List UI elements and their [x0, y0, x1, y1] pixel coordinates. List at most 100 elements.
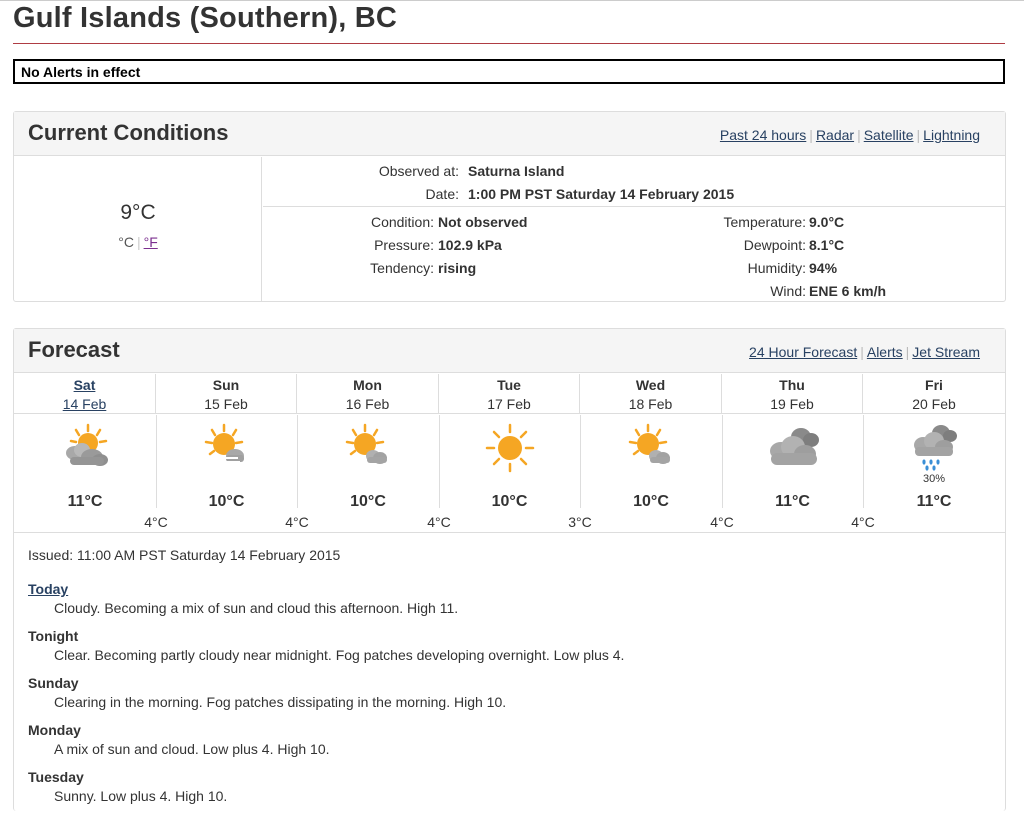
- humidity-label: Humidity:: [747, 260, 806, 276]
- period-name: Monday: [28, 722, 81, 738]
- wind-label: Wind:: [770, 283, 806, 299]
- wind-value: ENE 6 km/h: [809, 283, 887, 299]
- satellite-link[interactable]: Satellite: [864, 127, 914, 143]
- unit-fahrenheit-link[interactable]: °F: [144, 234, 158, 250]
- low-temp: 3°C: [568, 514, 592, 530]
- column-divider: [439, 415, 440, 508]
- day-date: 19 Feb: [770, 396, 814, 412]
- forecast-day-sun: 10°C: [156, 415, 297, 533]
- rain-cloud-icon: [914, 425, 957, 471]
- high-temp: 10°C: [350, 493, 386, 510]
- column-divider: [156, 415, 157, 508]
- day-header-thu: Thu 19 Feb: [722, 374, 863, 414]
- observed-at-label: Observed at:: [378, 163, 459, 179]
- alert-banner: No Alerts in effect: [13, 59, 1005, 84]
- dewpoint-value: 8.1°C: [809, 237, 845, 253]
- page-title: Gulf Islands (Southern), BC: [13, 2, 398, 34]
- forecast-panel: Forecast 24 Hour Forecast | Alerts | Jet Str…: [13, 328, 1006, 811]
- day-header-fri: Fri 20 Feb: [863, 374, 1005, 414]
- day-name: Tue: [497, 377, 521, 393]
- jet-stream-link[interactable]: Jet Stream: [912, 344, 980, 360]
- sun-small-cloud-icon: [628, 423, 670, 464]
- forecast-icons-row: 11°C 10°C 10°C 10°C 10°C 11°C 30% 11°C 4…: [14, 415, 1005, 533]
- issued-timestamp: Issued: 11:00 AM PST Saturday 14 Februar…: [28, 547, 341, 563]
- observation-info: Observed at: Saturna Island Date: 1:00 P…: [263, 157, 1006, 207]
- day-header-wed: Wed 18 Feb: [580, 374, 722, 414]
- current-conditions-heading: Current Conditions: [28, 120, 229, 145]
- temperature-value: 9.0°C: [809, 214, 845, 230]
- low-temp: 4°C: [851, 514, 875, 530]
- forecast-links: 24 Hour Forecast | Alerts | Jet Stream: [749, 344, 980, 360]
- day-header-sat[interactable]: Sat 14 Feb: [14, 374, 156, 414]
- day-name[interactable]: Sat: [14, 376, 155, 394]
- forecast-heading: Forecast: [28, 337, 120, 362]
- unit-toggle: °C | °F: [118, 234, 158, 250]
- date-value: 1:00 PM PST Saturday 14 February 2015: [468, 186, 735, 202]
- high-temp: 11°C: [916, 493, 952, 510]
- day-name: Fri: [925, 377, 943, 393]
- high-temp: 11°C: [67, 493, 103, 510]
- day-header-mon: Mon 16 Feb: [297, 374, 439, 414]
- forecast-day-tue: 10°C: [439, 415, 580, 533]
- period-name: Tonight: [28, 628, 79, 644]
- humidity-value: 94%: [809, 260, 838, 276]
- forecast-day-sat: 11°C: [14, 415, 156, 533]
- forecast-day-headers: Sat 14 Feb Sun 15 Feb Mon 16 Feb Tue 17 …: [14, 374, 1005, 414]
- high-temp: 10°C: [491, 493, 528, 510]
- unit-celsius: °C: [118, 234, 134, 250]
- day-name: Mon: [353, 377, 382, 393]
- column-divider: [722, 415, 723, 508]
- period-summary: Clear. Becoming partly cloudy near midni…: [54, 647, 625, 663]
- cloud-icon: [769, 428, 819, 465]
- day-date[interactable]: 14 Feb: [14, 394, 155, 414]
- precip-chance: 30%: [922, 473, 946, 485]
- tendency-value: rising: [438, 260, 477, 276]
- period-name: Sunday: [28, 675, 79, 691]
- 24-hour-forecast-link[interactable]: 24 Hour Forecast: [749, 344, 857, 360]
- condition-label: Condition:: [370, 214, 434, 230]
- low-temp: 4°C: [144, 514, 168, 530]
- pressure-value: 102.9 kPa: [438, 237, 502, 253]
- forecast-day-mon: 10°C: [297, 415, 439, 533]
- pressure-label: Pressure:: [374, 237, 434, 253]
- column-divider: [297, 415, 298, 508]
- radar-link[interactable]: Radar: [816, 127, 854, 143]
- date-label: Date:: [425, 186, 459, 202]
- sun-icon: [485, 423, 534, 473]
- current-conditions-header: Current Conditions Past 24 hours | Radar | S…: [14, 112, 1005, 156]
- top-border: [0, 0, 1024, 1]
- day-name: Thu: [779, 377, 805, 393]
- column-divider: [580, 415, 581, 508]
- sun-cloud-icon: [66, 423, 108, 466]
- day-date: 18 Feb: [628, 396, 673, 412]
- forecast-day-wed: 10°C: [580, 415, 722, 533]
- conditions-details: Condition: Not observed Pressure: 102.9 …: [263, 208, 1006, 302]
- forecast-day-fri: 30% 11°C: [863, 415, 1005, 533]
- period-summary: Cloudy. Becoming a mix of sun and cloud …: [54, 600, 459, 616]
- day-header-tue: Tue 17 Feb: [439, 374, 580, 414]
- high-temp: 10°C: [633, 493, 669, 510]
- high-temp: 10°C: [208, 493, 245, 510]
- forecast-day-thu: 11°C: [722, 415, 863, 533]
- title-divider: [13, 43, 1005, 44]
- dewpoint-label: Dewpoint:: [743, 237, 806, 253]
- day-date: 20 Feb: [912, 396, 956, 412]
- day-header-sun: Sun 15 Feb: [156, 374, 297, 414]
- period-summary: Clearing in the morning. Fog patches dis…: [54, 694, 507, 710]
- current-conditions-links: Past 24 hours | Radar | Satellite | Lightning: [719, 127, 980, 143]
- day-date: 16 Feb: [345, 396, 390, 412]
- period-summary: A mix of sun and cloud. Low plus 4. High…: [54, 741, 330, 757]
- day-date: 15 Feb: [204, 396, 248, 412]
- past-24-hours-link[interactable]: Past 24 hours: [720, 127, 806, 143]
- alerts-link[interactable]: Alerts: [867, 344, 903, 360]
- period-name: Tuesday: [28, 769, 84, 785]
- current-conditions-panel: Current Conditions Past 24 hours | Radar | S…: [13, 111, 1006, 302]
- low-temp: 4°C: [285, 514, 309, 530]
- day-name: Sun: [212, 377, 240, 393]
- lightning-link[interactable]: Lightning: [923, 127, 980, 143]
- tendency-label: Tendency:: [370, 260, 434, 276]
- column-divider: [863, 415, 864, 508]
- low-temp: 4°C: [710, 514, 734, 530]
- period-today-link[interactable]: Today: [28, 580, 988, 598]
- current-temperature: 9°C: [120, 201, 156, 224]
